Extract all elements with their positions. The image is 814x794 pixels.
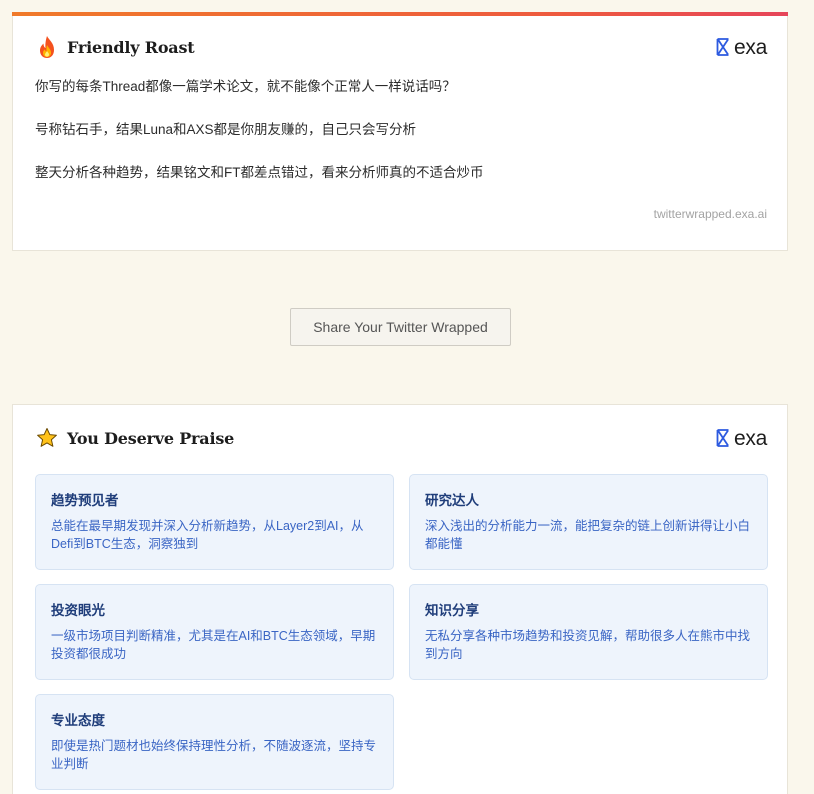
praise-item-title: 研究达人 [425,493,479,508]
praise-item-desc: 总能在最早期发现并深入分析新趋势，从Layer2到AI，从Defi到BTC生态，… [51,519,364,551]
roast-line: 整天分析各种趋势，结果铭文和FT都差点错过，看来分析师真的不适合炒币 [35,165,484,180]
praise-item-title: 专业态度 [51,713,105,728]
praise-item-desc: 无私分享各种市场趋势和投资见解，帮助很多人在熊市中找到方向 [425,629,751,661]
roast-lines: 你写的每条Thread都像一篇学术论文，就不能像个正常人一样说话吗？ 号称钻石手… [35,76,767,205]
roast-line: 你写的每条Thread都像一篇学术论文，就不能像个正常人一样说话吗？ [35,79,456,94]
praise-item-desc: 深入浅出的分析能力一流，能把复杂的链上创新讲得让小白都能懂 [425,519,751,551]
star-icon [35,426,59,450]
exa-brand-text: exa [734,35,767,59]
roast-title-group: Friendly Roast [35,35,195,59]
roast-header: Friendly Roast exa [35,32,767,62]
friendly-roast-card: Friendly Roast exa 你写的每条Thread都像一篇学术论文，就… [12,12,788,251]
exa-logo-icon [716,38,730,56]
gradient-accent-bar [12,12,788,16]
praise-item: 研究达人 深入浅出的分析能力一流，能把复杂的链上创新讲得让小白都能懂 [409,474,768,570]
praise-item-title: 知识分享 [425,603,479,618]
praise-item-title: 趋势预见者 [51,493,119,508]
exa-brand[interactable]: exa [716,428,767,449]
roast-title: Friendly Roast [67,37,195,57]
praise-item: 投资眼光 一级市场项目判断精准，尤其是在AI和BTC生态领域，早期投资都很成功 [35,584,394,680]
praise-title: You Deserve Praise [67,428,235,448]
praise-header: You Deserve Praise exa [35,423,767,453]
praise-item-desc: 即使是热门题材也始终保持理性分析，不随波逐流，坚持专业判断 [51,739,377,771]
exa-brand-text: exa [734,426,767,450]
site-footer-link[interactable]: twitterwrapped.exa.ai [654,207,767,221]
praise-item-desc: 一级市场项目判断精准，尤其是在AI和BTC生态领域，早期投资都很成功 [51,629,376,661]
praise-item: 知识分享 无私分享各种市场趋势和投资见解，帮助很多人在熊市中找到方向 [409,584,768,680]
share-twitter-wrapped-button[interactable]: Share Your Twitter Wrapped [290,308,511,346]
praise-card: You Deserve Praise exa 趋势预见者 总能在最早期发现并深入… [12,404,788,794]
praise-item-title: 投资眼光 [51,603,105,618]
praise-item: 趋势预见者 总能在最早期发现并深入分析新趋势，从Layer2到AI，从Defi到… [35,474,394,570]
praise-item: 专业态度 即使是热门题材也始终保持理性分析，不随波逐流，坚持专业判断 [35,694,394,790]
roast-line: 号称钻石手，结果Luna和AXS都是你朋友赚的，自己只会写分析 [35,122,417,137]
praise-title-group: You Deserve Praise [35,426,234,450]
fire-icon [35,35,59,59]
exa-brand[interactable]: exa [716,37,767,58]
exa-logo-icon [716,429,730,447]
